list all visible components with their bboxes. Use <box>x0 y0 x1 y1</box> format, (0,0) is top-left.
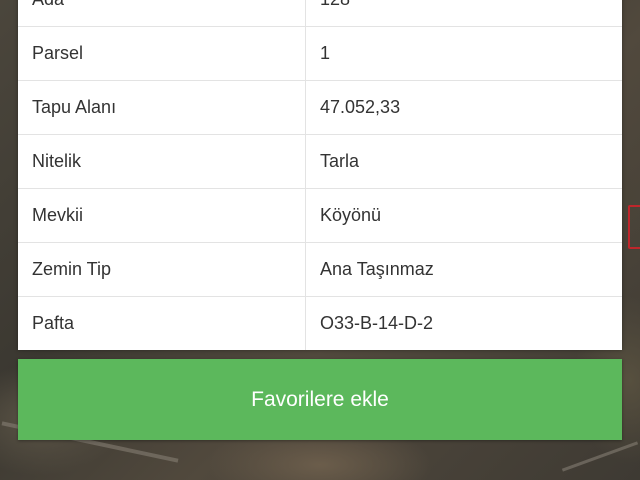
table-row: Zemin Tip Ana Taşınmaz <box>18 242 622 296</box>
table-row: Nitelik Tarla <box>18 134 622 188</box>
table-row: Mevkii Köyönü <box>18 188 622 242</box>
row-value: 128 <box>306 0 622 26</box>
table-row: Tapu Alanı 47.052,33 <box>18 80 622 134</box>
row-value: Köyönü <box>320 205 382 225</box>
row-label: Mevkii <box>18 189 306 242</box>
row-label: Tapu Alanı <box>18 81 306 134</box>
table-row: Ada 128 <box>18 0 622 26</box>
row-label: Nitelik <box>18 135 306 188</box>
row-value: Tarla <box>320 151 360 171</box>
row-value: 47.052,33 <box>320 97 401 117</box>
row-value: Ana Taşınmaz <box>320 259 434 279</box>
row-value: O33-B-14-D-2 <box>320 313 434 333</box>
table-row: Pafta O33-B-14-D-2 <box>18 296 622 350</box>
row-label: Ada <box>18 0 306 26</box>
add-to-favorites-button[interactable]: Favorilere ekle <box>18 359 622 440</box>
row-label: Zemin Tip <box>18 243 306 296</box>
table-row: Parsel 1 <box>18 26 622 80</box>
row-label: Parsel <box>18 27 306 80</box>
row-label: Pafta <box>18 297 306 350</box>
parcel-details-table: Ada 128 Parsel 1 Tapu Alanı 47.052,33 Ni… <box>18 0 622 350</box>
parcel-outline <box>628 205 640 249</box>
row-value: 1 <box>320 43 331 63</box>
